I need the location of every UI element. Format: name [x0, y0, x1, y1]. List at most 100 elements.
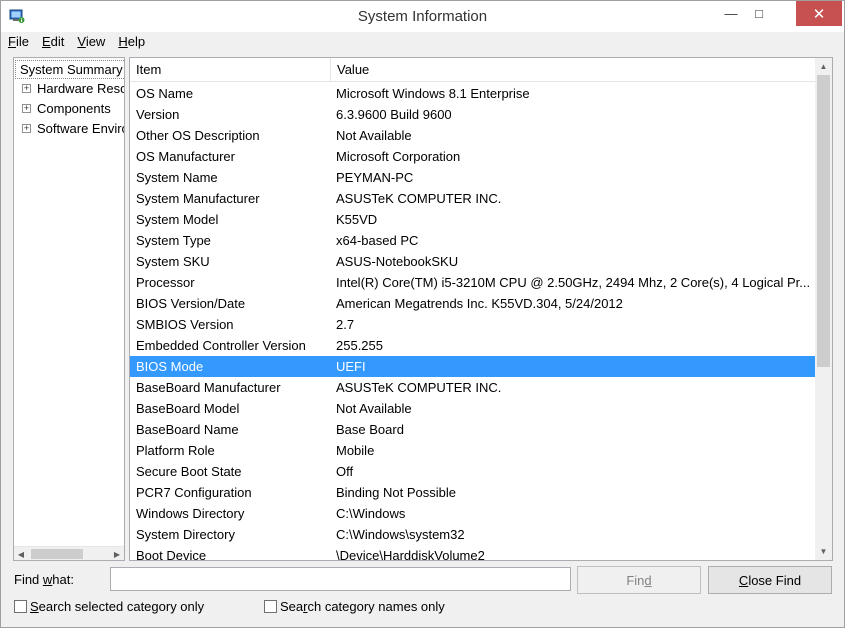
menu-edit[interactable]: Edit	[35, 32, 70, 52]
row-item-cell: BaseBoard Model	[136, 401, 240, 416]
find-what-input[interactable]	[110, 567, 571, 591]
table-row[interactable]: BIOS Mode UEFI	[130, 356, 816, 377]
details-list[interactable]: Item Value OS Name Microsoft Windows 8.1 …	[129, 57, 833, 561]
search-category-names-checkbox[interactable]: Search category names only	[264, 599, 445, 614]
table-row[interactable]: PCR7 Configuration Binding Not Possible	[130, 482, 816, 503]
row-value-cell: Binding Not Possible	[336, 485, 456, 500]
table-row[interactable]: Processor Intel(R) Core(TM) i5-3210M CPU …	[130, 272, 816, 293]
row-item-cell: System SKU	[136, 254, 210, 269]
table-row[interactable]: System Directory C:\Windows\system32	[130, 524, 816, 545]
table-row[interactable]: Platform Role Mobile	[130, 440, 816, 461]
scrollbar-thumb[interactable]	[817, 75, 830, 367]
table-row[interactable]: Version 6.3.9600 Build 9600	[130, 104, 816, 125]
row-value-cell: Not Available	[336, 401, 412, 416]
column-header-value[interactable]: Value	[330, 58, 816, 82]
minimize-icon: —	[724, 6, 738, 21]
row-value-cell: C:\Windows	[336, 506, 406, 521]
table-row[interactable]: BaseBoard Model Not Available	[130, 398, 816, 419]
row-value-cell: Microsoft Corporation	[336, 149, 461, 164]
menu-help[interactable]: Help	[111, 32, 151, 52]
list-vertical-scrollbar[interactable]: ▲ ▼	[815, 58, 832, 560]
row-item-cell: Secure Boot State	[136, 464, 242, 479]
row-value-cell: ASUS-NotebookSKU	[336, 254, 459, 269]
expand-icon[interactable]: +	[22, 124, 31, 133]
table-row[interactable]: System Model K55VD	[130, 209, 816, 230]
column-header-item[interactable]: Item	[130, 58, 330, 82]
row-value-cell: ASUSTeK COMPUTER INC.	[336, 191, 502, 206]
row-value-cell: Mobile	[336, 443, 375, 458]
table-row[interactable]: BaseBoard Manufacturer ASUSTeK COMPUTER I…	[130, 377, 816, 398]
tree-item-software-environment[interactable]: +Software Environment	[22, 119, 124, 138]
row-item-cell: System Manufacturer	[136, 191, 260, 206]
row-value-cell: 6.3.9600 Build 9600	[336, 107, 452, 122]
row-value-cell: Microsoft Windows 8.1 Enterprise	[336, 86, 530, 101]
scroll-down-icon[interactable]: ▼	[815, 543, 832, 560]
table-row[interactable]: Embedded Controller Version 255.255	[130, 335, 816, 356]
table-row[interactable]: System Name PEYMAN-PC	[130, 167, 816, 188]
category-tree[interactable]: System Summary +Hardware Resources +Comp…	[13, 57, 125, 561]
row-item-cell: OS Name	[136, 86, 194, 101]
row-value-cell: PEYMAN-PC	[336, 170, 414, 185]
row-item-cell: Processor	[136, 275, 195, 290]
row-item-cell: Windows Directory	[136, 506, 245, 521]
table-row[interactable]: System SKU ASUS-NotebookSKU	[130, 251, 816, 272]
menu-file[interactable]: File	[1, 32, 35, 52]
maximize-button[interactable]: □	[745, 1, 773, 26]
row-item-cell: Platform Role	[136, 443, 215, 458]
minimize-button[interactable]: —	[717, 1, 745, 26]
menu-view[interactable]: View	[70, 32, 111, 52]
expand-icon[interactable]: +	[22, 84, 31, 93]
scroll-up-icon[interactable]: ▲	[815, 58, 832, 75]
row-item-cell: SMBIOS Version	[136, 317, 234, 332]
row-value-cell: C:\Windows\system32	[336, 527, 465, 542]
row-item-cell: Boot Device	[136, 548, 207, 561]
tree-item-system-summary[interactable]: System Summary	[15, 60, 124, 79]
table-row[interactable]: Secure Boot State Off	[130, 461, 816, 482]
list-rows: OS Name Microsoft Windows 8.1 Enterprise V…	[130, 83, 816, 561]
table-row[interactable]: Other OS Description Not Available	[130, 125, 816, 146]
close-find-button[interactable]: Close Find	[708, 566, 832, 594]
table-row[interactable]: BIOS Version/Date American Megatrends Inc…	[130, 293, 816, 314]
table-row[interactable]: System Manufacturer ASUSTeK COMPUTER INC.	[130, 188, 816, 209]
row-item-cell: PCR7 Configuration	[136, 485, 252, 500]
table-row[interactable]: Boot Device \Device\HarddiskVolume2	[130, 545, 816, 561]
checkbox-box[interactable]	[264, 600, 277, 613]
row-value-cell: 2.7	[336, 317, 355, 332]
row-value-cell: ASUSTeK COMPUTER INC.	[336, 380, 502, 395]
row-value-cell: 255.255	[336, 338, 383, 353]
search-selected-category-checkbox[interactable]: Search selected category only	[14, 599, 204, 614]
table-row[interactable]: OS Name Microsoft Windows 8.1 Enterprise	[130, 83, 816, 104]
row-value-cell: Off	[336, 464, 354, 479]
find-button[interactable]: Fin d	[577, 566, 701, 594]
row-value-cell: x64-based PC	[336, 233, 419, 248]
table-row[interactable]: Windows Directory C:\Windows	[130, 503, 816, 524]
close-button[interactable]: ✕	[796, 1, 842, 26]
row-value-cell: Not Available	[336, 128, 412, 143]
scroll-left-icon[interactable]: ◀	[14, 547, 28, 560]
table-row[interactable]: SMBIOS Version 2.7	[130, 314, 816, 335]
row-value-cell: American Megatrends Inc. K55VD.304, 5/24…	[336, 296, 623, 311]
row-item-cell: BIOS Mode	[136, 359, 204, 374]
expand-icon[interactable]: +	[22, 104, 31, 113]
row-item-cell: BaseBoard Manufacturer	[136, 380, 281, 395]
tree-horizontal-scrollbar[interactable]: ◀ ▶	[14, 546, 124, 560]
row-item-cell: Version	[136, 107, 180, 122]
find-what-label: Find what:	[14, 572, 74, 587]
row-item-cell: Other OS Description	[136, 128, 260, 143]
scroll-right-icon[interactable]: ▶	[110, 547, 124, 560]
row-item-cell: Embedded Controller Version	[136, 338, 306, 353]
scrollbar-thumb[interactable]	[31, 549, 83, 559]
table-row[interactable]: System Type x64-based PC	[130, 230, 816, 251]
table-row[interactable]: OS Manufacturer Microsoft Corporation	[130, 146, 816, 167]
checkbox-box[interactable]	[14, 600, 27, 613]
table-row[interactable]: BaseBoard Name Base Board	[130, 419, 816, 440]
system-information-window: System Information — □ ✕ File Edit View …	[0, 0, 845, 628]
row-item-cell: System Model	[136, 212, 219, 227]
tree-item-components[interactable]: + Components	[22, 99, 111, 118]
tree-item-hardware-resources[interactable]: +Hardware Resources	[22, 79, 124, 98]
row-value-cell: \Device\HarddiskVolume2	[336, 548, 485, 561]
checkbox-label: Search selected category only	[30, 599, 205, 614]
title-bar[interactable]: System Information — □ ✕	[1, 1, 844, 32]
row-item-cell: System Type	[136, 233, 211, 248]
row-item-cell: System Name	[136, 170, 218, 185]
